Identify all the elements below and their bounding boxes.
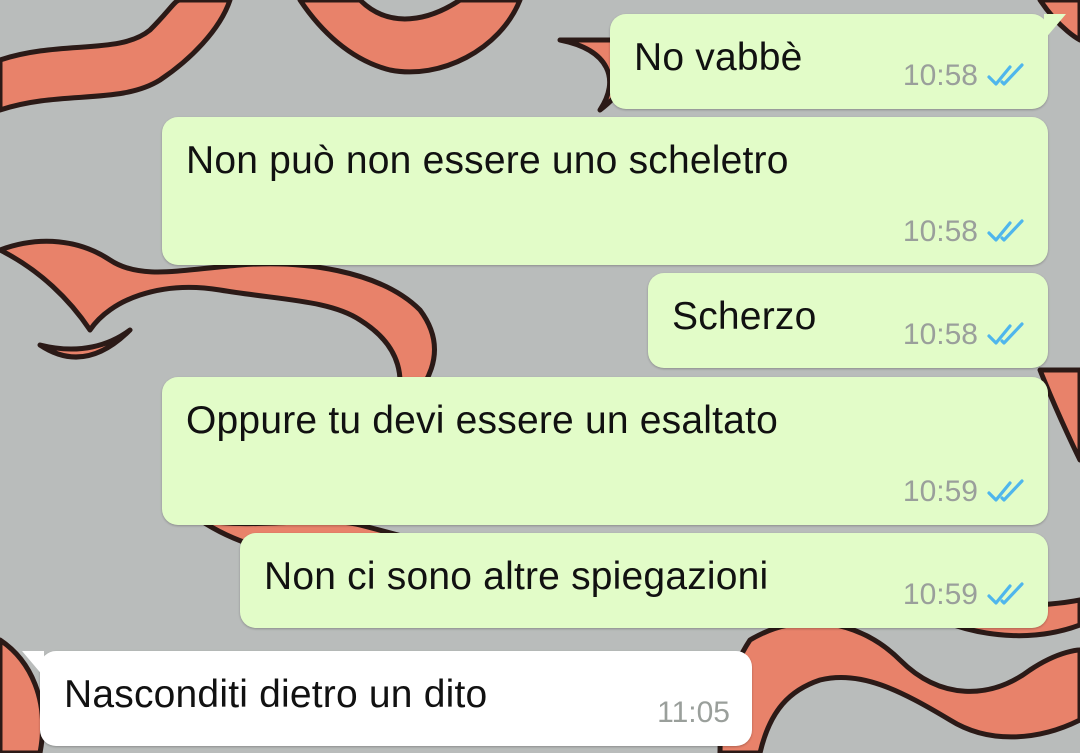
message-meta: 11:05 <box>657 696 730 730</box>
message-text: Oppure tu devi essere un esaltato <box>186 399 778 442</box>
double-check-icon <box>987 322 1024 345</box>
message-time: 10:59 <box>902 578 978 611</box>
message-bubble[interactable]: Nasconditi dietro un dito 11:05 <box>22 651 752 746</box>
double-check-icon <box>987 479 1024 502</box>
message-text: Nasconditi dietro un dito <box>64 673 488 716</box>
message-time: 10:58 <box>902 215 978 248</box>
bubble-tail <box>1044 14 1066 40</box>
double-check-icon <box>987 219 1024 242</box>
message-text: Non ci sono altre spiegazioni <box>264 555 769 598</box>
message-bubble[interactable]: Scherzo 10:58 <box>648 273 1048 368</box>
message-time: 11:05 <box>657 696 730 729</box>
message-bubble[interactable]: Non può non essere uno scheletro 10:58 <box>162 117 1048 265</box>
message-meta: 10:58 <box>903 215 1026 249</box>
message-meta: 10:59 <box>903 578 1026 612</box>
message-meta: 10:59 <box>903 475 1026 509</box>
message-meta: 10:58 <box>903 318 1026 352</box>
message-time: 10:58 <box>902 59 978 92</box>
message-text: Non può non essere uno scheletro <box>186 139 789 182</box>
message-text: No vabbè <box>634 36 803 79</box>
bubble-tail <box>22 651 44 677</box>
message-text: Scherzo <box>672 295 817 338</box>
message-bubble[interactable]: Oppure tu devi essere un esaltato 10:59 <box>162 377 1048 525</box>
message-time: 10:58 <box>902 318 978 351</box>
double-check-icon <box>987 582 1024 605</box>
double-check-icon <box>987 63 1024 86</box>
message-time: 10:59 <box>902 475 978 508</box>
message-bubble[interactable]: Non ci sono altre spiegazioni 10:59 <box>240 533 1048 628</box>
message-bubble[interactable]: No vabbè 10:58 <box>610 14 1066 109</box>
message-meta: 10:58 <box>903 59 1026 93</box>
